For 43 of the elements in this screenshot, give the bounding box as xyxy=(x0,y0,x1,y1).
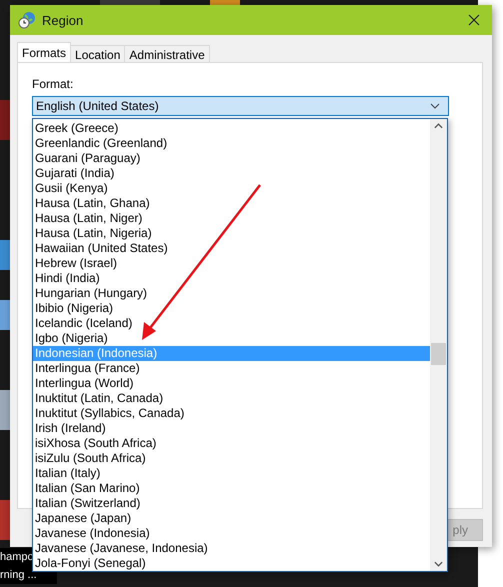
list-item[interactable]: Interlingua (World) xyxy=(33,376,430,391)
list-item[interactable]: Italian (Switzerland) xyxy=(33,496,430,511)
list-item[interactable]: Hungarian (Hungary) xyxy=(33,286,430,301)
chevron-down-icon xyxy=(430,103,440,109)
list-item[interactable]: Hawaiian (United States) xyxy=(33,241,430,256)
list-item[interactable]: Greek (Greece) xyxy=(33,121,430,136)
scrollbar-thumb[interactable] xyxy=(431,343,446,365)
list-item[interactable]: Inuktitut (Syllabics, Canada) xyxy=(33,406,430,421)
list-item[interactable]: Japanese (Japan) xyxy=(33,511,430,526)
list-item[interactable]: Irish (Ireland) xyxy=(33,421,430,436)
list-item[interactable]: Igbo (Nigeria) xyxy=(33,331,430,346)
scroll-up-icon xyxy=(434,123,443,129)
window-title: Region xyxy=(42,12,84,28)
list-item[interactable]: Jola-Fonyi (Senegal) xyxy=(33,556,430,571)
list-item[interactable]: Italian (Italy) xyxy=(33,466,430,481)
tab[interactable]: Formats xyxy=(17,42,72,62)
list-item[interactable]: isiXhosa (South Africa) xyxy=(33,436,430,451)
list-item[interactable]: Italian (San Marino) xyxy=(33,481,430,496)
list-item[interactable]: Gusii (Kenya) xyxy=(33,181,430,196)
list-item[interactable]: Javanese (Indonesia) xyxy=(33,526,430,541)
list-item[interactable]: Hebrew (Israel) xyxy=(33,256,430,271)
list-item[interactable]: Javanese (Javanese, Indonesia) xyxy=(33,541,430,556)
format-label: Format: xyxy=(32,77,74,91)
close-icon xyxy=(468,14,480,26)
list-item[interactable]: Guarani (Paraguay) xyxy=(33,151,430,166)
format-dropdown[interactable]: English (United States) xyxy=(32,96,449,116)
scrollbar[interactable] xyxy=(430,119,447,571)
tab[interactable]: Administrative xyxy=(124,45,210,62)
tab[interactable]: Location xyxy=(70,45,126,62)
list-item[interactable]: isiZulu (South Africa) xyxy=(33,451,430,466)
list-item[interactable]: Interlingua (France) xyxy=(33,361,430,376)
globe-clock-icon xyxy=(18,11,36,29)
list-item[interactable]: Hausa (Latin, Nigeria) xyxy=(33,226,430,241)
list-item[interactable]: Inuktitut (Latin, Canada) xyxy=(33,391,430,406)
list-item[interactable]: Icelandic (Iceland) xyxy=(33,316,430,331)
list-item[interactable]: Hausa (Latin, Ghana) xyxy=(33,196,430,211)
list-item[interactable]: Greenlandic (Greenland) xyxy=(33,136,430,151)
list-item[interactable]: Hausa (Latin, Niger) xyxy=(33,211,430,226)
list-item[interactable]: Ibibio (Nigeria) xyxy=(33,301,430,316)
desktop-icon-label: rning ... xyxy=(0,569,37,583)
list-item[interactable]: Hindi (India) xyxy=(33,271,430,286)
list-item[interactable]: Gujarati (India) xyxy=(33,166,430,181)
scroll-down-icon xyxy=(434,561,443,567)
